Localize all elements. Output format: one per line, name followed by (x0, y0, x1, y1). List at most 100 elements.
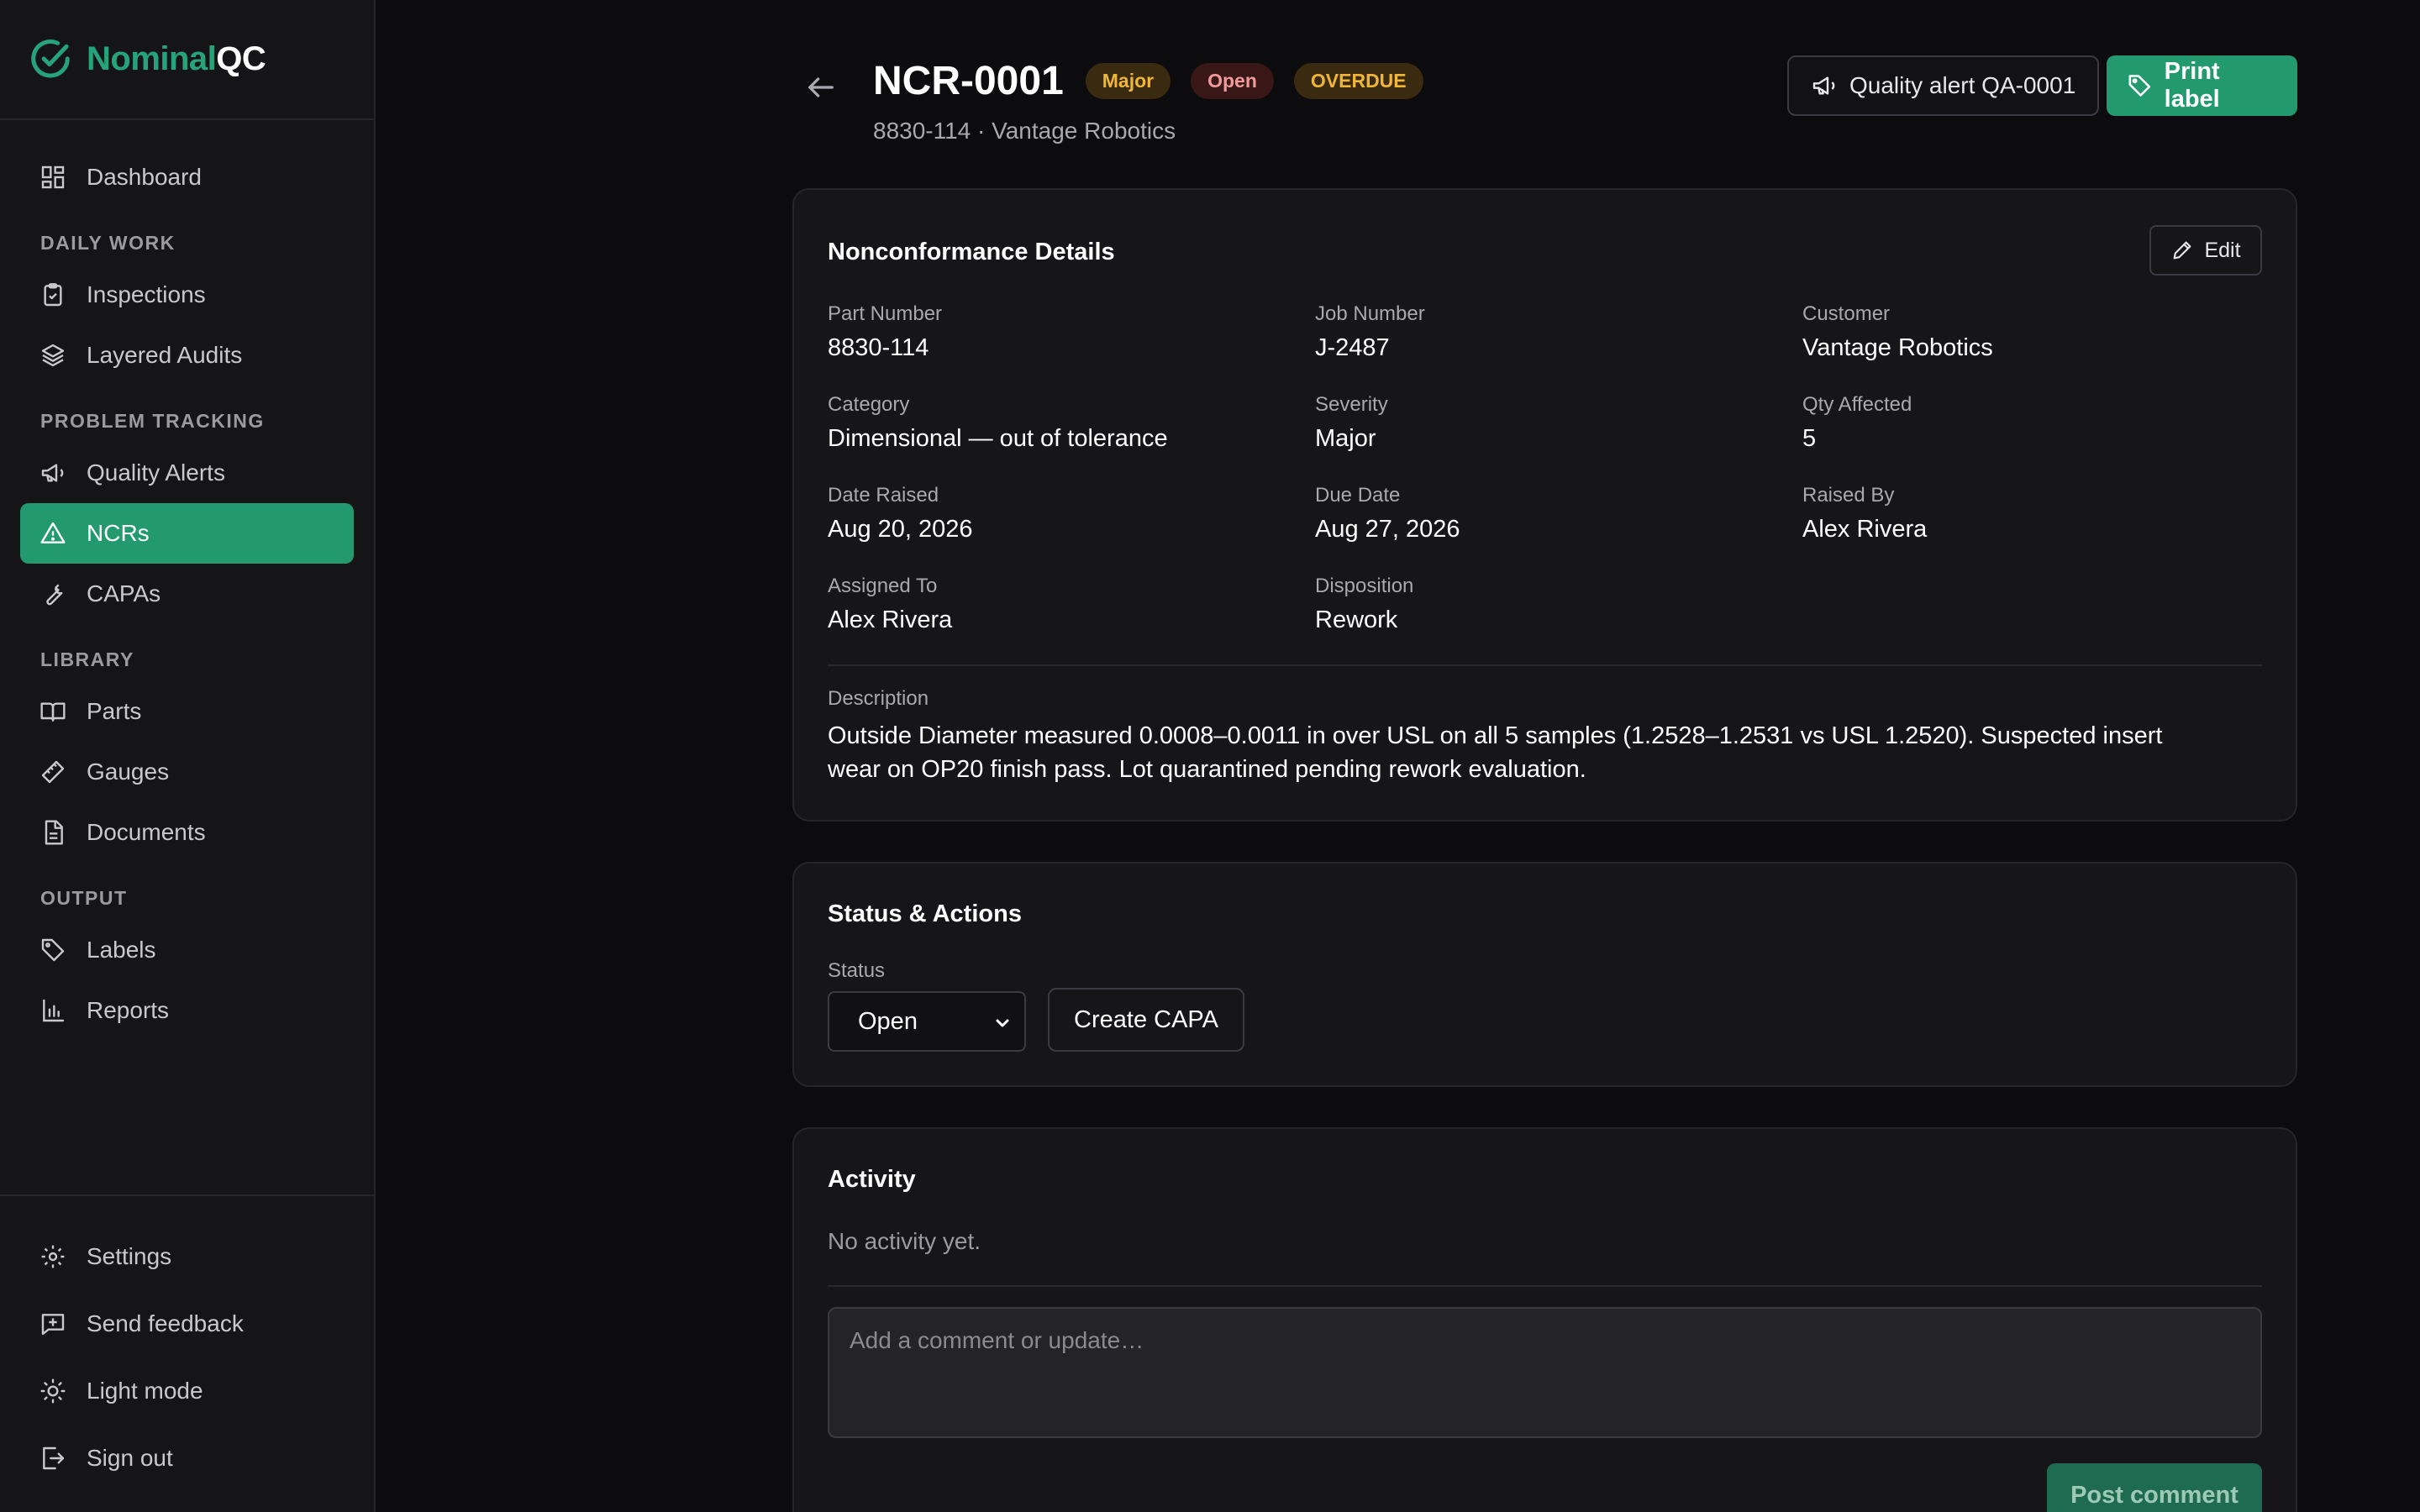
field-label: Job Number (1315, 302, 1425, 325)
print-label-button[interactable]: Print label (2107, 55, 2297, 116)
sidebar-item-light-mode[interactable]: Light mode (20, 1357, 354, 1425)
field-label: Assigned To (828, 575, 938, 597)
chevron-down-icon (996, 1019, 1009, 1027)
field-label: Disposition (1315, 575, 1414, 597)
sun-icon (40, 1378, 66, 1404)
layers-icon (41, 344, 65, 367)
field-value: Major (1315, 425, 1376, 452)
sidebar-item-send-feedback[interactable]: Send feedback (20, 1290, 354, 1357)
section-daily-work: DAILY WORK (40, 232, 176, 254)
brand-name-part2: QC (216, 40, 266, 77)
page-title: NCR-0001 (873, 58, 1064, 103)
sidebar-item-label: Quality Alerts (87, 459, 225, 486)
sidebar-item-label: Layered Audits (87, 342, 243, 368)
sidebar-item-label: Sign out (87, 1445, 173, 1471)
megaphone-icon (41, 464, 64, 482)
details-card: Nonconformance Details Edit Part Number … (792, 188, 2297, 822)
clipboard-check-icon (44, 283, 62, 307)
section-problem-tracking: PROBLEM TRACKING (40, 410, 265, 432)
main-content: NCR-0001 Major Open OVERDUE 8830-114 · V… (376, 0, 2420, 1512)
divider (828, 664, 2262, 666)
sidebar-item-layered-audits[interactable]: Layered Audits (20, 325, 354, 386)
sidebar-item-ncrs[interactable]: NCRs (20, 503, 354, 564)
field-assigned-to: Assigned To Alex Rivera (828, 575, 952, 634)
dashboard-icon (41, 165, 65, 189)
field-value: Aug 20, 2026 (828, 516, 973, 543)
status-select-value: Open (858, 1007, 918, 1035)
sidebar-item-label: Documents (87, 819, 206, 845)
sidebar-item-sign-out[interactable]: Sign out (20, 1425, 354, 1492)
sidebar-footer: Settings Send feedback Light mode Sign o… (0, 1194, 374, 1492)
no-activity-text: No activity yet. (828, 1228, 981, 1254)
field-date-raised: Date Raised Aug 20, 2026 (828, 484, 973, 543)
field-value: Alex Rivera (828, 606, 953, 633)
sidebar-item-label: Dashboard (87, 164, 202, 190)
overdue-badge: OVERDUE (1293, 62, 1423, 99)
check-circle-logo-icon (31, 39, 70, 77)
page-header: NCR-0001 Major Open OVERDUE 8830-114 · V… (792, 52, 2297, 153)
field-value: Rework (1315, 606, 1398, 633)
field-value: Dimensional — out of tolerance (828, 425, 1168, 452)
quality-alert-button[interactable]: Quality alert QA-0001 (1787, 55, 2100, 116)
post-comment-button[interactable]: Post comment (2047, 1463, 2262, 1512)
sidebar-item-documents[interactable]: Documents (20, 802, 354, 863)
field-label: Category (828, 393, 910, 416)
create-capa-button[interactable]: Create CAPA (1048, 988, 1244, 1052)
warning-icon (40, 522, 66, 543)
field-label: Description (828, 687, 929, 710)
field-label: Qty Affected (1802, 393, 1912, 416)
field-job-number: Job Number J-2487 (1315, 302, 1425, 362)
sidebar-item-reports[interactable]: Reports (20, 980, 354, 1041)
sidebar-item-settings[interactable]: Settings (20, 1223, 354, 1290)
document-icon (45, 820, 63, 845)
section-output: OUTPUT (40, 887, 128, 909)
details-card-title: Nonconformance Details (828, 239, 1115, 265)
edit-button[interactable]: Edit (2149, 225, 2262, 276)
field-customer: Customer Vantage Robotics (1802, 302, 1993, 362)
edit-button-label: Edit (2204, 238, 2241, 262)
sidebar-item-labels[interactable]: Labels (20, 920, 354, 980)
tag-icon (2128, 75, 2151, 97)
field-label: Raised By (1802, 484, 1895, 507)
quality-alert-button-label: Quality alert QA-0001 (1849, 72, 2076, 98)
field-disposition: Disposition Rework (1315, 575, 1413, 634)
sidebar-item-quality-alerts[interactable]: Quality Alerts (20, 443, 354, 503)
status-label: Status (828, 959, 886, 982)
sidebar-item-parts[interactable]: Parts (20, 681, 354, 742)
back-arrow-icon[interactable] (804, 71, 838, 104)
sidebar-item-label: CAPAs (87, 580, 161, 606)
sidebar-item-label: Inspections (87, 281, 206, 307)
comment-placeholder: Add a comment or update… (850, 1327, 1144, 1353)
app: NominalQC Dashboard DAILY WORK Inspectio… (0, 0, 2420, 1512)
field-due-date: Due Date Aug 27, 2026 (1315, 484, 1460, 543)
book-icon (40, 702, 66, 722)
field-raised-by: Raised By Alex Rivera (1802, 484, 1927, 543)
sign-out-icon (43, 1446, 65, 1470)
sidebar-item-gauges[interactable]: Gauges (20, 742, 354, 802)
megaphone-icon (1812, 76, 1835, 95)
field-label: Part Number (828, 302, 943, 325)
field-qty-affected: Qty Affected 5 (1802, 393, 1912, 453)
sidebar-item-label: Light mode (87, 1378, 203, 1404)
sidebar-item-capas[interactable]: CAPAs (20, 564, 354, 624)
field-value: Alex Rivera (1802, 516, 1928, 543)
status-badge: Open (1191, 62, 1274, 99)
sidebar-item-label: Settings (87, 1243, 172, 1269)
sidebar: NominalQC Dashboard DAILY WORK Inspectio… (0, 0, 376, 1512)
sidebar-item-label: Gauges (87, 759, 170, 785)
gear-icon (41, 1245, 65, 1268)
sidebar-item-inspections[interactable]: Inspections (20, 265, 354, 325)
activity-card: Activity No activity yet. Add a comment … (792, 1127, 2297, 1512)
field-label: Severity (1315, 393, 1388, 416)
field-value: Vantage Robotics (1802, 334, 1993, 361)
sidebar-item-dashboard[interactable]: Dashboard (20, 147, 354, 207)
page-subtitle: 8830-114 · Vantage Robotics (873, 118, 1176, 144)
field-value: 8830-114 (828, 334, 929, 361)
status-select[interactable]: Open (828, 991, 1026, 1052)
field-label: Due Date (1315, 484, 1401, 507)
field-category: Category Dimensional — out of tolerance (828, 393, 1168, 453)
comment-input[interactable]: Add a comment or update… (828, 1307, 2262, 1438)
field-part-number: Part Number 8830-114 (828, 302, 942, 362)
description-text: Outside Diameter measured 0.0008–0.0011 … (828, 722, 2163, 783)
brand[interactable]: NominalQC (0, 0, 374, 120)
